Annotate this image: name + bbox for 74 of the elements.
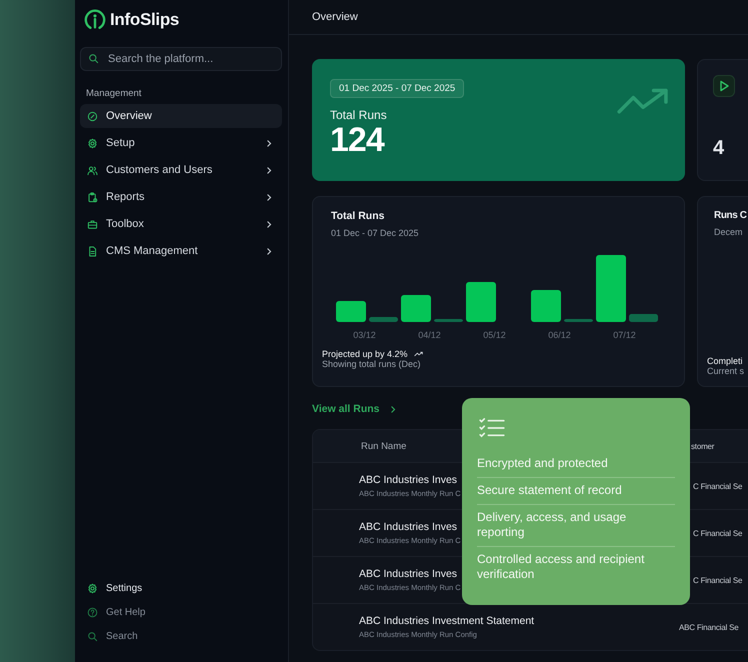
kpi-value: 124 [330,122,386,160]
sidebar-item[interactable]: Overview [80,104,282,128]
search-field[interactable]: Search the platform... [80,47,282,71]
chevron-icon [266,220,272,228]
card-footer-note: Current s [707,366,746,376]
card-title: Total Runs [330,210,386,222]
sidebar-link[interactable]: Search [80,626,282,647]
customer-cell-text: C Financial Se [692,576,744,584]
trend-icon [414,351,424,357]
sidebar-item[interactable]: Setup [80,131,282,155]
sidebar-item[interactable]: Reports [80,185,282,209]
chevron-icon [266,166,272,174]
customer-cell-text: ABC Financial Se [679,622,740,632]
search-icon [88,53,99,64]
axis-label: 05/12 [482,330,507,340]
card-subtitle: 01 Dec - 07 Dec 2025 [330,228,420,238]
axis-label: 03/12 [352,330,377,340]
settings-icon [87,583,98,594]
bar [369,317,398,322]
chevron-icon [390,404,396,414]
bar [434,319,463,322]
run-name: ABC Industries Investment Statement [359,615,534,627]
axis-label: 04/12 [417,330,442,340]
bar [401,295,431,322]
help-icon [87,607,98,618]
trend-text: Projected up by 4.2% [322,349,408,359]
logo-icon [84,9,106,31]
search-icon [87,631,98,642]
kpi-label: Total Runs [330,108,388,122]
checklist-icon [479,418,505,438]
run-name: ABC Industries Inves [359,568,458,580]
axis-label: 06/12 [547,330,572,340]
chart-note: Showing total runs (Dec) [322,359,422,369]
bar [531,290,561,322]
customer-cell-text: C Financial Se [692,482,744,490]
gauge-icon [87,110,98,122]
page-title: Overview [312,11,358,23]
play-icon [713,75,735,97]
bar [336,301,366,322]
chevron-icon [266,138,272,148]
column-header: Run Name [360,440,408,452]
toolbox-icon [87,218,98,230]
axis-label: 07/12 [612,330,637,340]
settings-icon [87,138,98,148]
date-range-badge: 01 Dec 2025 - 07 Dec 2025 [330,79,464,98]
feature-item: Controlled access and recipient verification [477,551,646,583]
sidebar-link[interactable]: Get Help [80,602,282,623]
bar [596,255,626,322]
column-header: stomer [690,442,716,450]
card-title: Runs C [713,210,748,221]
sidebar-item[interactable]: CMS Management [80,239,282,263]
sidebar-link[interactable]: Settings [80,578,282,599]
users-icon [87,164,98,176]
feature-item: Delivery, access, and usage reporting [477,505,675,547]
run-name: ABC Industries Inves [359,474,458,486]
kpi-value: 4 [713,137,726,160]
clipboard-icon [87,192,98,202]
customer-cell-text: C Financial Se [692,528,744,538]
sidebar-item[interactable]: Customers and Users [80,158,282,182]
sidebar-item[interactable]: Toolbox [80,212,282,236]
bar [466,282,496,322]
chevron-icon [266,192,272,202]
card-footer-title: Completi [707,356,744,366]
section-heading: Management [86,88,142,99]
document-icon [87,246,98,256]
run-name: ABC Industries Inves [359,521,458,533]
view-all-link[interactable]: View all Runs [312,400,685,418]
feature-item: Secure statement of record [477,478,675,505]
bar [564,319,593,322]
bar [629,314,658,322]
chevron-icon [266,246,272,256]
feature-item: Encrypted and protected [477,451,675,478]
card-subtitle: Decem [713,227,744,237]
logo-text: InfoSlips [110,10,180,30]
